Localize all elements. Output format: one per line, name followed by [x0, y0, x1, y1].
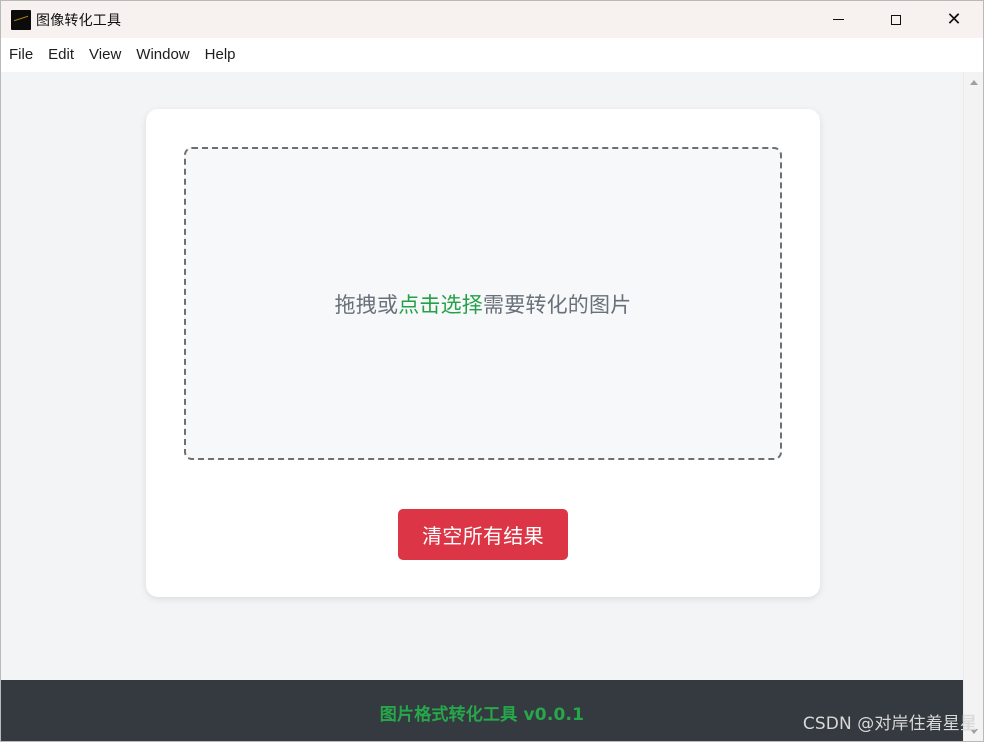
maximize-icon	[891, 14, 901, 25]
footer-version-text: 图片格式转化工具 v0.0.1	[379, 705, 585, 725]
main-content: 拖拽或 点击选择 需要转化的图片 清空所有结果	[1, 72, 963, 682]
maximize-button[interactable]	[867, 1, 925, 38]
dropzone-suffix-text: 需要转化的图片	[483, 292, 632, 317]
select-image-link[interactable]: 点击选择	[398, 289, 483, 319]
app-logo-icon	[11, 9, 31, 30]
title-bar[interactable]: 图像转化工具 ✕	[1, 1, 983, 38]
vertical-scrollbar[interactable]	[963, 72, 983, 741]
menu-help[interactable]: Help	[205, 38, 236, 72]
menu-edit[interactable]: Edit	[48, 38, 74, 72]
scroll-up-icon[interactable]	[970, 80, 978, 85]
menu-view[interactable]: View	[89, 38, 121, 72]
window-controls: ✕	[809, 1, 983, 38]
csdn-watermark: CSDN @对岸住着星星	[802, 714, 977, 734]
minimize-button[interactable]	[809, 1, 867, 38]
clear-all-results-button[interactable]: 清空所有结果	[398, 509, 568, 560]
menu-file[interactable]: File	[9, 38, 33, 72]
menu-bar: File Edit View Window Help	[1, 38, 983, 72]
converter-card: 拖拽或 点击选择 需要转化的图片 清空所有结果	[146, 109, 820, 597]
dropzone-prefix-text: 拖拽或	[334, 292, 399, 317]
image-dropzone[interactable]: 拖拽或 点击选择 需要转化的图片	[184, 147, 782, 460]
minimize-icon	[832, 19, 844, 20]
menu-window[interactable]: Window	[136, 38, 189, 72]
close-icon: ✕	[946, 9, 962, 30]
app-window: 图像转化工具 ✕ File Edit View Window Help 拖拽或 …	[0, 0, 984, 742]
window-title: 图像转化工具	[36, 12, 122, 29]
close-button[interactable]: ✕	[925, 1, 983, 38]
